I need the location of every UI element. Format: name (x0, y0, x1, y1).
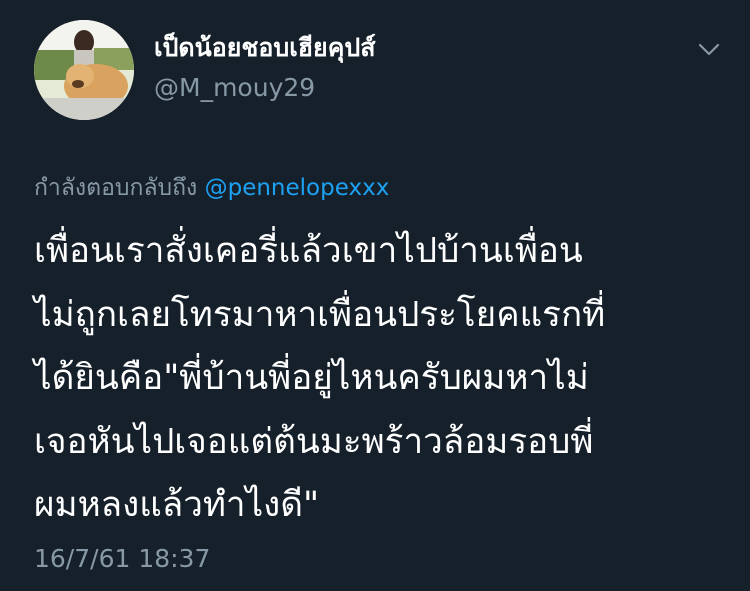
tweet-text-line: เพื่อนเราสั่งเคอรี่แล้วเขาไปบ้านเพื่อน (34, 231, 583, 271)
tweet-text-line: ไม่ถูกเลยโทรมาหาเพื่อนประโยคแรกที่ (34, 294, 606, 335)
reply-prefix: กำลังตอบกลับถึง (34, 175, 198, 201)
author-display-name[interactable]: เป็ดน้อยชอบเฮียคุปส์ (154, 31, 376, 65)
tweet-text-line: ได้ยินคือ"พี่บ้านพี่อยู่ไหนครับผมหาไม่ (34, 358, 589, 398)
tweet-text: เพื่อนเราสั่งเคอรี่แล้วเขาไปบ้านเพื่อน ไ… (34, 220, 734, 538)
chevron-down-icon[interactable] (697, 42, 721, 58)
tweet-timestamp[interactable]: 16/7/61 18:37 (34, 542, 210, 576)
tweet-card: เป็ดน้อยชอบเฮียคุปส์ @M_mouy29 กำลังตอบก… (0, 0, 750, 591)
avatar-photo (34, 20, 134, 120)
tweet-text-line: เจอหันไปเจอแต่ต้นมะพร้าวล้อมรอบพี่ (34, 421, 594, 462)
avatar[interactable] (34, 20, 134, 120)
author-handle[interactable]: @M_mouy29 (154, 72, 315, 104)
reply-mention-link[interactable]: @pennelopexxx (205, 175, 390, 201)
tweet-text-line: ผมหลงแล้วทำไงดี" (34, 485, 320, 525)
reply-context: กำลังตอบกลับถึง @pennelopexxx (34, 172, 389, 204)
